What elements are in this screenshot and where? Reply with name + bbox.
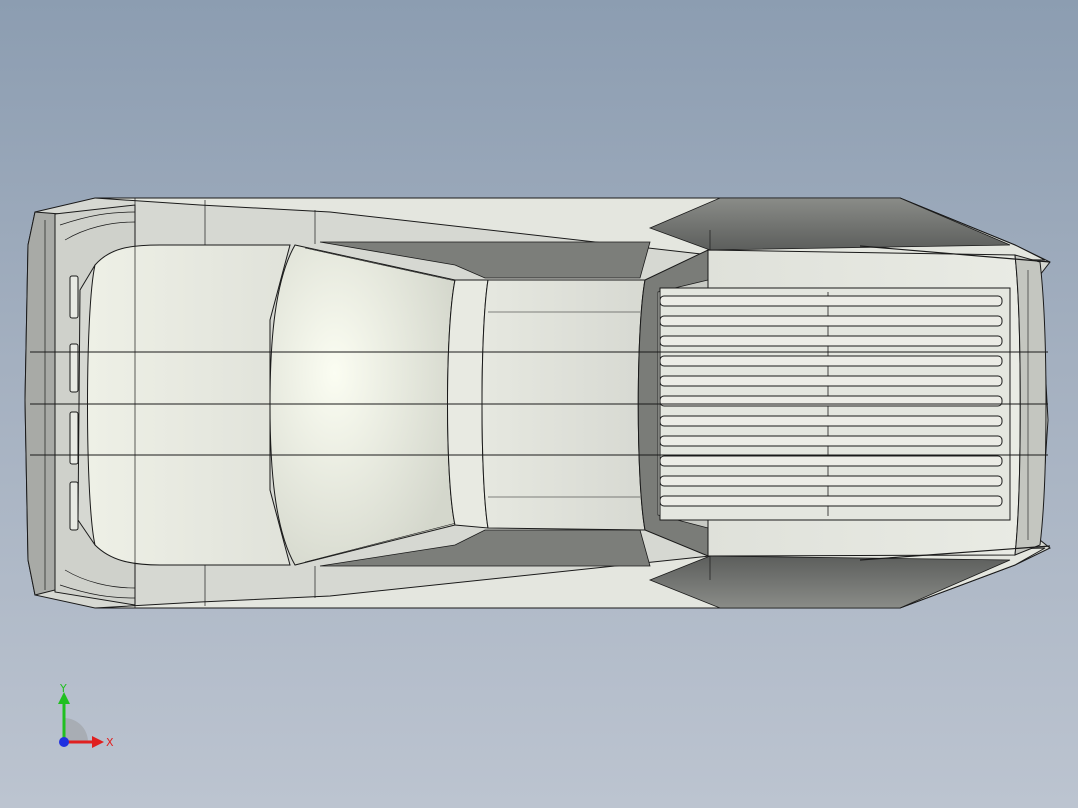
car-body-top-view[interactable] [0,0,1078,808]
bed-rib [659,335,1003,347]
triad-arc [64,718,88,742]
rear-quarter-bottom-shadow [648,555,1011,609]
x-axis-arrow [92,736,104,748]
rear-quarter-top-shadow [648,197,1011,251]
x-axis-label: X [106,736,114,749]
hood-vent-2 [69,343,79,393]
bed-rib [659,455,1003,467]
bed-rib [659,355,1003,367]
hood-vent-1 [69,275,79,319]
windshield [269,244,456,566]
bed-rib [659,495,1003,507]
y-axis-label: Y [59,682,67,695]
origin-z-axis [59,737,69,747]
hood-vent-3 [69,411,79,465]
hood-panel [87,244,291,566]
coordinate-triad: Y X [58,682,114,749]
bed-rib [659,395,1003,407]
roof-panel [481,279,646,531]
hood-vent-4 [69,481,79,531]
graphics-viewport[interactable]: Y X [0,0,1078,808]
bed-rib [659,375,1003,387]
bed-rib [659,475,1003,487]
bed-rib [659,295,1003,307]
bed-rib [659,415,1003,427]
bed-rib [659,315,1003,327]
bed-rib [659,435,1003,447]
